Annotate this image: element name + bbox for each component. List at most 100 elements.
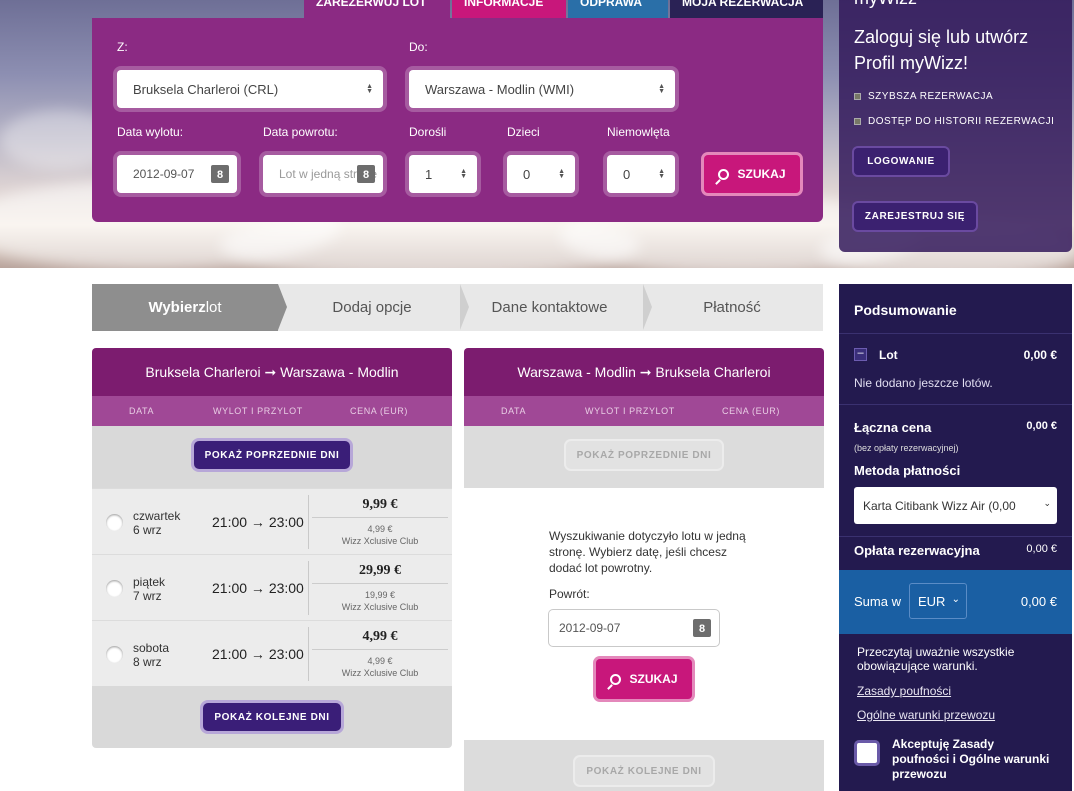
to-label: Do: (409, 40, 428, 54)
login-button[interactable]: LOGOWANIE (854, 148, 948, 175)
flight-search-form: Z: Bruksela Charleroi (CRL) ▲ ▼ Do: Warsz… (92, 18, 823, 222)
search-button[interactable]: SZUKAJ (704, 155, 800, 193)
adults-value: 1 (425, 166, 433, 182)
club-price: 4,99 € Wizz Xclusive Club (341, 524, 419, 546)
privacy-policy-link[interactable]: Zasady poufności (857, 684, 951, 698)
chevron-down-icon: ⌄ (1041, 498, 1051, 509)
return-search-button[interactable]: SZUKAJ (596, 659, 692, 699)
club-price: 4,99 € Wizz Xclusive Club (341, 656, 419, 678)
benefit-item: DOSTĘP DO HISTORII REZERWACJI (854, 116, 1054, 127)
next-days-area: POKAŻ KOLEJNE DNI (92, 686, 452, 748)
tab-checkin[interactable]: Odprawa (568, 0, 668, 18)
return-date-input[interactable]: 2012-09-07 8 (549, 610, 719, 646)
depart-label: Data wylotu: (117, 125, 184, 139)
currency-select[interactable]: EUR ⌄ (909, 583, 967, 619)
payment-method-select[interactable]: Karta Citibank Wizz Air (0,00 ⌄ (854, 487, 1057, 524)
from-label: Z: (117, 40, 128, 54)
tab-label: Zarezerwuj lot (316, 0, 427, 9)
infants-select[interactable]: 0 ▲ ▼ (607, 155, 675, 193)
show-next-days-button: POKAŻ KOLEJNE DNI (575, 757, 713, 785)
total-note: (bez opłaty rezerwacyjnej) (854, 443, 959, 453)
show-previous-days-button[interactable]: POKAŻ POPRZEDNIE DNI (194, 441, 350, 469)
children-value: 0 (523, 166, 531, 182)
flight-radio[interactable] (106, 646, 123, 663)
flight-label: Lot (879, 348, 898, 362)
sum-bar: Suma w EUR ⌄ 0,00 € (839, 570, 1072, 634)
calendar-icon[interactable]: 8 (693, 619, 711, 637)
col-times: WYLOT I PRZYLOT (585, 406, 675, 416)
select-arrows-icon: ▲ ▼ (558, 168, 565, 180)
search-button-label: SZUKAJ (629, 672, 678, 686)
children-label: Dzieci (507, 125, 540, 139)
flight-row[interactable]: piątek 7 wrz 21:00 → 23:00 29,99 € 19,99 … (92, 554, 452, 620)
benefit-item: SZYBSZA REZERWACJA (854, 91, 993, 102)
flight-day: sobota 8 wrz (133, 641, 170, 669)
calendar-icon[interactable]: 8 (211, 165, 229, 183)
flight-row[interactable]: czwartek 6 wrz 21:00 → 23:00 9,99 € 4,99 … (92, 488, 452, 554)
conditions-link[interactable]: Ogólne warunki przewozu (857, 708, 995, 722)
tab-information[interactable]: Informacje (452, 0, 566, 18)
flight-value: 0,00 € (1023, 348, 1057, 362)
flight-times: 21:00 → 23:00 (212, 514, 304, 530)
select-arrows-icon: ▲ ▼ (658, 83, 665, 95)
show-previous-days-button: POKAŻ POPRZEDNIE DNI (566, 441, 722, 469)
no-flights-text: Nie dodano jeszcze lotów. (854, 376, 993, 390)
to-select[interactable]: Warszawa - Modlin (WMI) ▲ ▼ (409, 70, 675, 108)
children-select[interactable]: 0 ▲ ▼ (507, 155, 575, 193)
select-arrows-icon: ▲ ▼ (460, 168, 467, 180)
prev-days-area: POKAŻ POPRZEDNIE DNI (92, 426, 452, 488)
flight-times: 21:00 → 23:00 (212, 580, 304, 596)
calendar-icon[interactable]: 8 (357, 165, 375, 183)
depart-date-input[interactable]: 2012-09-07 8 (117, 155, 237, 193)
col-date: DATA (129, 406, 155, 416)
tab-label: Moja rezerwacja (682, 0, 804, 9)
bullet-icon (854, 93, 861, 100)
infants-label: Niemowlęta (607, 125, 670, 139)
flight-radio[interactable] (106, 514, 123, 531)
return-flights-panel: Warszawa - Modlin ➞ Bruksela Charleroi D… (464, 348, 824, 791)
mywizz-heading: Zaloguj się lub utwórz Profil myWizz! (854, 27, 1029, 73)
mywizz-panel: myWizz Zaloguj się lub utwórz Profil myW… (839, 0, 1072, 252)
step-contact-details: Dane kontaktowe (491, 299, 608, 316)
tab-my-booking[interactable]: Moja rezerwacja (670, 0, 823, 18)
return-route-title: Warszawa - Modlin ➞ Bruksela Charleroi (464, 348, 824, 396)
col-times: WYLOT I PRZYLOT (213, 406, 303, 416)
flight-day: czwartek 6 wrz (133, 509, 181, 537)
benefit-label: DOSTĘP DO HISTORII REZERWACJI (868, 116, 1055, 127)
register-button[interactable]: ZAREJESTRUJ SIĘ (854, 203, 976, 230)
fee-value: 0,00 € (1026, 543, 1057, 555)
flight-price: 4,99 € (312, 629, 448, 650)
step-separator (643, 284, 652, 330)
flight-times: 21:00 → 23:00 (212, 646, 304, 662)
flight-row[interactable]: sobota 8 wrz 21:00 → 23:00 4,99 € 4,99 € W… (92, 620, 452, 686)
tab-book-flight[interactable]: Zarezerwuj lot (304, 0, 450, 18)
summary-title: Podsumowanie (854, 302, 957, 318)
step-label: lot (205, 299, 222, 316)
flight-radio[interactable] (106, 580, 123, 597)
mywizz-title: myWizz (854, 0, 917, 9)
return-date-value: 2012-09-07 (559, 621, 621, 635)
select-arrows-icon: ▲ ▼ (366, 83, 373, 95)
outbound-route-title: Bruksela Charleroi ➞ Warszawa - Modlin (92, 348, 452, 396)
adults-label: Dorośli (409, 125, 447, 139)
from-select[interactable]: Bruksela Charleroi (CRL) ▲ ▼ (117, 70, 383, 108)
outbound-column-headers: DATA WYLOT I PRZYLOT CENA (EUR) (92, 396, 452, 426)
adults-select[interactable]: 1 ▲ ▼ (409, 155, 477, 193)
tab-label: Informacje (464, 0, 544, 9)
show-next-days-button[interactable]: POKAŻ KOLEJNE DNI (203, 703, 341, 731)
to-value: Warszawa - Modlin (WMI) (425, 81, 575, 97)
total-value: 0,00 € (1026, 420, 1057, 432)
col-price: CENA (EUR) (722, 406, 781, 416)
prev-days-area: POKAŻ POPRZEDNIE DNI (464, 426, 824, 488)
return-label: Data powrotu: (263, 125, 338, 139)
search-button-label: SZUKAJ (737, 167, 786, 181)
step-separator (278, 284, 287, 330)
accept-terms-checkbox[interactable] (854, 740, 880, 766)
flight-day: piątek 7 wrz (133, 575, 166, 603)
collapse-icon[interactable]: – (854, 348, 867, 361)
step-add-options: Dodaj opcje (332, 299, 412, 316)
step-select-flight: Wybierz lot (92, 284, 278, 331)
total-label: Łączna cena (854, 420, 932, 435)
depart-value: 2012-09-07 (133, 167, 195, 181)
return-date-input[interactable]: Lot w jedną stronę 8 (263, 155, 383, 193)
